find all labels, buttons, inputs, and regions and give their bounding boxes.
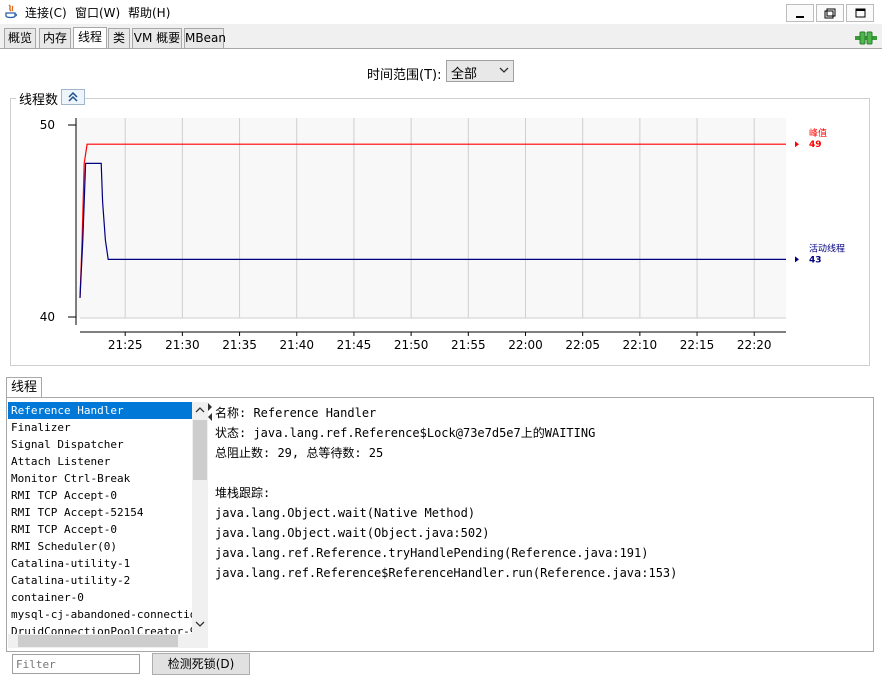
thread-details: 名称: Reference Handler 状态: java.lang.ref.…: [215, 403, 677, 583]
tab-mbean[interactable]: MBean: [184, 28, 226, 48]
java-icon: [5, 4, 17, 19]
thread-counts-line: 总阻止数: 29, 总等待数: 25: [215, 446, 384, 460]
thread-list-hscrollbar[interactable]: [8, 634, 208, 648]
stack-frame: java.lang.ref.Reference.tryHandlePending…: [215, 546, 649, 560]
tab-vm-summary[interactable]: VM 概要: [132, 28, 182, 48]
tab-memory[interactable]: 内存: [39, 28, 71, 48]
menu-window[interactable]: 窗口(W): [75, 4, 120, 21]
chart-panel-title: 线程数: [16, 89, 62, 108]
time-range-select[interactable]: 全部: [446, 60, 514, 82]
splitter-right-icon[interactable]: [207, 403, 213, 411]
thread-state-line: 状态: java.lang.ref.Reference$Lock@73e7d5e…: [215, 426, 596, 440]
maximize-button[interactable]: [846, 4, 874, 22]
thread-count-panel: [10, 98, 870, 366]
main-tabs: 概览 内存 线程 类 VM 概要 MBean: [0, 27, 882, 49]
thread-list-item[interactable]: Attach Listener: [8, 453, 192, 470]
thread-list-item[interactable]: Reference Handler: [8, 402, 192, 419]
tab-classes[interactable]: 类: [108, 28, 130, 48]
scroll-down-icon[interactable]: [195, 620, 205, 628]
thread-list-item[interactable]: Monitor Ctrl-Break: [8, 470, 192, 487]
thread-list-item[interactable]: RMI TCP Accept-0: [8, 487, 192, 504]
splitter-left-icon[interactable]: [207, 413, 213, 421]
stack-frame: java.lang.Object.wait(Object.java:502): [215, 526, 490, 540]
thread-list-item[interactable]: RMI TCP Accept-52154: [8, 504, 192, 521]
minimize-button[interactable]: [786, 4, 814, 22]
minimize-icon: [796, 16, 804, 18]
thread-list-item[interactable]: Signal Dispatcher: [8, 436, 192, 453]
hscroll-thumb[interactable]: [18, 635, 178, 647]
thread-name-line: 名称: Reference Handler: [215, 406, 377, 420]
tab-thread-list[interactable]: 线程: [6, 377, 42, 398]
connection-icon[interactable]: [854, 30, 878, 46]
filter-field[interactable]: [12, 654, 140, 674]
time-range-value: 全部: [451, 67, 478, 82]
thread-list[interactable]: Reference Handler Finalizer Signal Dispatc…: [8, 402, 192, 634]
maximize-icon: [855, 8, 866, 18]
thread-list-item[interactable]: Catalina-utility-1: [8, 555, 192, 572]
stack-frame: java.lang.ref.Reference$ReferenceHandler…: [215, 566, 678, 580]
tab-threads[interactable]: 线程: [73, 27, 107, 49]
thread-list-item[interactable]: container-0: [8, 589, 192, 606]
menubar: 连接(C) 窗口(W) 帮助(H): [0, 0, 882, 24]
menu-help[interactable]: 帮助(H): [128, 4, 170, 21]
chevron-double-up-icon: [68, 91, 78, 102]
restore-icon: [824, 8, 836, 19]
thread-list-item[interactable]: DruidConnectionPoolCreator-98: [8, 623, 192, 634]
stack-trace-title: 堆栈跟踪:: [215, 486, 271, 500]
tab-overview[interactable]: 概览: [4, 28, 36, 48]
chevron-down-icon: [499, 67, 509, 73]
scroll-up-icon[interactable]: [195, 406, 205, 414]
restore-button[interactable]: [816, 4, 844, 22]
time-range-label: 时间范围(T):: [367, 68, 442, 83]
thread-list-item[interactable]: RMI Scheduler(0): [8, 538, 192, 555]
thread-list-vscrollbar[interactable]: [192, 402, 208, 634]
collapse-button[interactable]: [61, 89, 85, 105]
menu-connect[interactable]: 连接(C): [25, 4, 67, 21]
thread-list-item[interactable]: RMI TCP Accept-0: [8, 521, 192, 538]
thread-list-item[interactable]: Catalina-utility-2: [8, 572, 192, 589]
thread-list-item[interactable]: mysql-cj-abandoned-connection-: [8, 606, 192, 623]
stack-frame: java.lang.Object.wait(Native Method): [215, 506, 476, 520]
filter-input[interactable]: [13, 655, 139, 673]
vscroll-thumb[interactable]: [193, 420, 207, 480]
thread-list-item[interactable]: Finalizer: [8, 419, 192, 436]
detect-deadlock-button[interactable]: 检测死锁(D): [152, 653, 250, 675]
